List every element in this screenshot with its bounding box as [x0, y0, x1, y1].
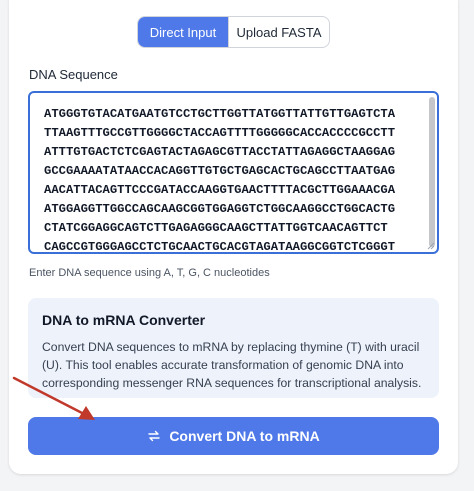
tab-direct-input[interactable]: Direct Input — [138, 17, 228, 47]
sequence-label: DNA Sequence — [29, 67, 118, 82]
dna-sequence-text: ATGGGTGTACATGAATGTCCTGCTTGGTTATGGTTATTGT… — [44, 107, 396, 254]
resize-handle-icon[interactable] — [427, 242, 435, 250]
convert-button-label: Convert DNA to mRNA — [169, 428, 320, 444]
textarea-scrollbar[interactable] — [429, 97, 435, 247]
info-panel: DNA to mRNA Converter Convert DNA sequen… — [28, 298, 439, 398]
convert-button[interactable]: Convert DNA to mRNA — [28, 417, 439, 455]
info-description: Convert DNA sequences to mRNA by replaci… — [42, 340, 422, 390]
info-title: DNA to mRNA Converter — [42, 312, 206, 328]
input-mode-tabs: Direct Input Upload FASTA — [137, 16, 330, 48]
sequence-hint: Enter DNA sequence using A, T, G, C nucl… — [29, 267, 270, 279]
swap-arrows-icon — [147, 429, 161, 443]
dna-sequence-textarea[interactable]: ATGGGTGTACATGAATGTCCTGCTTGGTTATGGTTATTGT… — [28, 91, 439, 254]
tab-upload-fasta[interactable]: Upload FASTA — [228, 17, 329, 47]
